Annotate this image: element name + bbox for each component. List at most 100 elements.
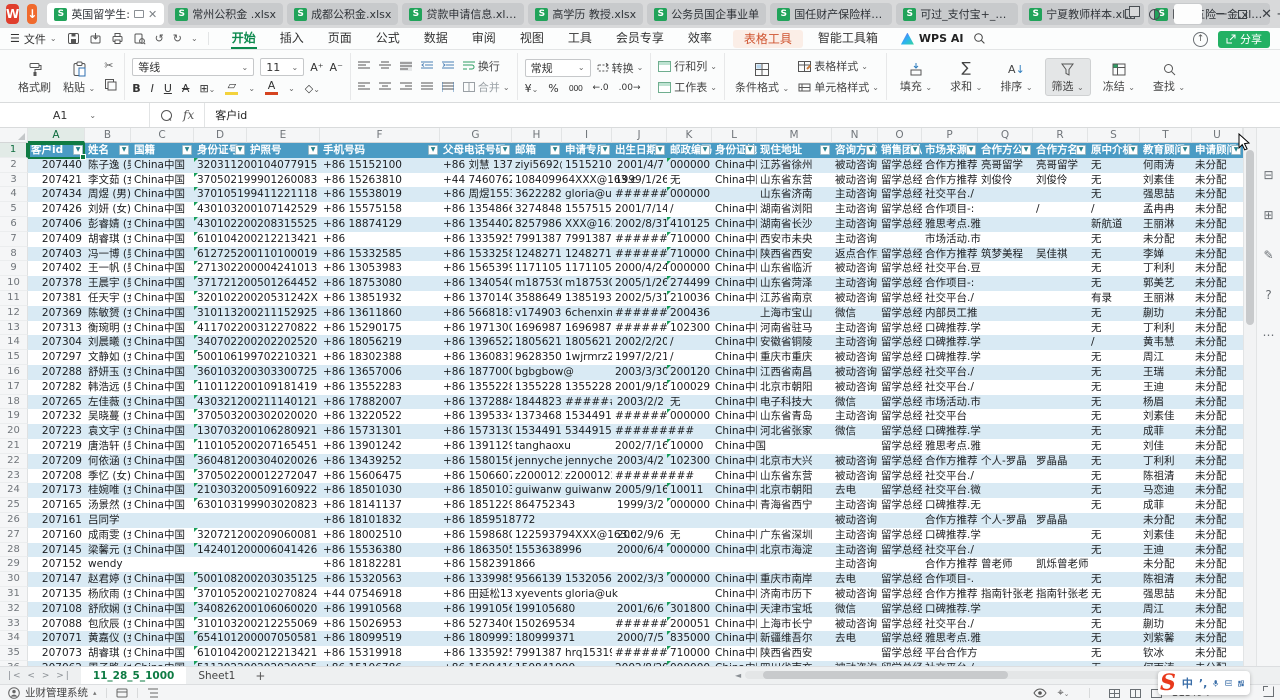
cell[interactable]: 青海省西宁 bbox=[757, 498, 832, 513]
cell[interactable]: 桂婉唯 (女 bbox=[85, 483, 131, 498]
document-tab[interactable]: S贷款申请信息.xlsx bbox=[402, 3, 524, 25]
cell[interactable]: 曾老师 bbox=[978, 557, 1033, 572]
cell[interactable]: 2002/3/3 bbox=[612, 572, 667, 587]
cell[interactable]: 个人-罗晶 bbox=[978, 454, 1033, 469]
cell[interactable] bbox=[712, 187, 757, 202]
cell[interactable]: China中国 bbox=[131, 439, 194, 454]
sheet-nav-arrows[interactable]: |< < > >| bbox=[8, 671, 71, 681]
format-painter-button[interactable]: 格式刷 bbox=[15, 59, 54, 95]
cell[interactable]: gloria@uk bbox=[562, 587, 612, 602]
cell[interactable]: 410125 bbox=[667, 217, 712, 232]
row-header[interactable]: 15 bbox=[0, 350, 28, 365]
cell[interactable]: China中国 bbox=[131, 395, 194, 410]
cell[interactable]: 周江 bbox=[1140, 602, 1192, 617]
align-right-icon[interactable] bbox=[400, 82, 412, 92]
cell[interactable]: 310103200212255069 bbox=[194, 617, 247, 632]
cell[interactable]: +86 19910568 bbox=[320, 602, 440, 617]
cell[interactable] bbox=[878, 232, 922, 247]
cell[interactable]: China中国 bbox=[712, 424, 757, 439]
cell[interactable]: 370502200012272047 bbox=[194, 469, 247, 484]
cell[interactable]: 主动咨询 bbox=[832, 232, 878, 247]
cell[interactable] bbox=[1033, 409, 1088, 424]
cell[interactable]: / bbox=[1033, 202, 1088, 217]
number-format-select[interactable]: 常规⌄ bbox=[525, 59, 591, 77]
currency-button[interactable]: ¥⌄ bbox=[525, 82, 539, 95]
sheet-tab[interactable]: 11_28_5_1000 bbox=[81, 667, 187, 685]
cell[interactable]: 124827175 bbox=[512, 247, 562, 262]
cell[interactable]: 430102200208315525 bbox=[194, 217, 247, 232]
cell[interactable] bbox=[832, 646, 878, 661]
cell[interactable]: 无 bbox=[1088, 158, 1140, 173]
cell[interactable]: +86 刘慧 137052 bbox=[440, 158, 512, 173]
cell[interactable] bbox=[978, 572, 1033, 587]
document-tab[interactable]: S常州公积金 .xlsx bbox=[168, 3, 283, 25]
rows-cols-button[interactable]: 行和列⌄ bbox=[658, 58, 717, 74]
cell[interactable]: 社交平台./ bbox=[922, 187, 978, 202]
wps-ai-entry[interactable]: WPS AI bbox=[901, 32, 964, 45]
cell[interactable]: jennychen bbox=[562, 454, 612, 469]
justify-icon[interactable] bbox=[421, 82, 433, 92]
cell[interactable]: +86 15320563 bbox=[320, 572, 440, 587]
filter-dropdown-icon[interactable]: ▼ bbox=[235, 145, 245, 155]
cell[interactable]: 王晨宇 (男 bbox=[85, 276, 131, 291]
cell[interactable]: 去电 bbox=[832, 631, 878, 646]
cell[interactable]: tanghaoxu bbox=[512, 439, 562, 454]
cell[interactable]: 207209 bbox=[28, 454, 85, 469]
cell[interactable]: 未分配 bbox=[1192, 291, 1243, 306]
cell[interactable]: 200436 bbox=[667, 306, 712, 321]
row-header[interactable]: 25 bbox=[0, 498, 28, 513]
cell[interactable] bbox=[1033, 602, 1088, 617]
cell[interactable]: 未分配 bbox=[1192, 587, 1243, 602]
cell[interactable]: China中国 bbox=[131, 483, 194, 498]
cell[interactable]: 王迪 bbox=[1140, 380, 1192, 395]
cell[interactable]: 陈祖清 bbox=[1140, 469, 1192, 484]
cell[interactable]: 142401200006041426 bbox=[194, 543, 247, 558]
cell[interactable]: 口碑推荐.无 bbox=[922, 498, 978, 513]
cell[interactable]: 赵君婷 (女 bbox=[85, 572, 131, 587]
cell[interactable]: China中国 bbox=[131, 202, 194, 217]
cell[interactable]: 济南市历下 bbox=[757, 587, 832, 602]
cell[interactable] bbox=[1033, 276, 1088, 291]
cell[interactable] bbox=[978, 439, 1033, 454]
fx-icon[interactable]: fx bbox=[183, 108, 194, 122]
cell[interactable]: 无 bbox=[1088, 483, 1140, 498]
cell[interactable]: 2002/2/20 bbox=[612, 335, 667, 350]
cell[interactable]: 被动咨询 bbox=[832, 158, 878, 173]
cell[interactable] bbox=[978, 187, 1033, 202]
cell[interactable]: China中国 bbox=[712, 498, 757, 513]
cell[interactable]: 6chenxinyur bbox=[562, 306, 612, 321]
cell[interactable]: 无 bbox=[1088, 187, 1140, 202]
cell[interactable]: 799138787 bbox=[512, 646, 562, 661]
cell[interactable]: 无 bbox=[1088, 424, 1140, 439]
cell[interactable]: 未分配 bbox=[1192, 543, 1243, 558]
cell[interactable]: 207282 bbox=[28, 380, 85, 395]
cell[interactable]: 主动咨询 bbox=[832, 276, 878, 291]
menu-tab[interactable]: 公式 bbox=[365, 28, 411, 49]
row-header[interactable]: 18 bbox=[0, 395, 28, 410]
cell[interactable]: 274499 bbox=[667, 276, 712, 291]
menu-tab[interactable]: 工具 bbox=[557, 28, 603, 49]
cell[interactable]: +86 13053983 bbox=[320, 261, 440, 276]
cell[interactable]: 杨眉 bbox=[1140, 395, 1192, 410]
cell[interactable] bbox=[1033, 572, 1088, 587]
cell[interactable]: China中国 bbox=[712, 335, 757, 350]
cell[interactable]: 未分配 bbox=[1192, 335, 1243, 350]
header-cell[interactable]: 国籍▼ bbox=[131, 143, 194, 158]
cell[interactable]: 2002/7/16 bbox=[612, 439, 667, 454]
vertical-scrollbar-thumb[interactable] bbox=[1246, 150, 1254, 325]
cell[interactable]: 刘素佳 bbox=[1140, 409, 1192, 424]
cell[interactable] bbox=[194, 557, 247, 572]
cell[interactable]: +86 18302388 bbox=[320, 350, 440, 365]
cell[interactable]: 北京市海淀 bbox=[757, 543, 832, 558]
cell[interactable]: 207108 bbox=[28, 602, 85, 617]
cell[interactable]: 207297 bbox=[28, 350, 85, 365]
cell[interactable]: 合作方推荐 bbox=[922, 158, 978, 173]
cell[interactable]: 成雨雯 (女 bbox=[85, 528, 131, 543]
cell[interactable]: China中国 bbox=[712, 631, 757, 646]
align-top-icon[interactable] bbox=[358, 61, 370, 71]
cell[interactable] bbox=[667, 513, 712, 528]
cell[interactable]: 主动咨询 bbox=[832, 557, 878, 572]
cell[interactable]: 丁利利 bbox=[1140, 261, 1192, 276]
column-header[interactable]: T bbox=[1140, 128, 1192, 143]
cell[interactable]: 835000 bbox=[667, 631, 712, 646]
